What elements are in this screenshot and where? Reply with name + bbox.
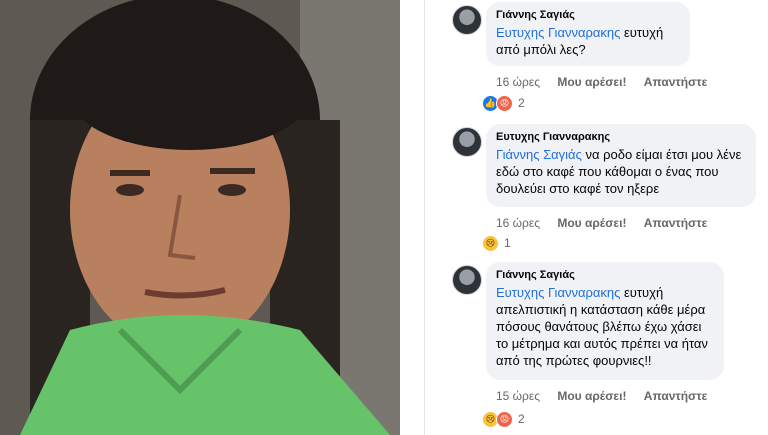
comment-actions: 15 ώρες Μου αρέσει! Απαντήστε bbox=[496, 389, 721, 403]
comment-actions: 16 ώρες Μου αρέσει! Απαντήστε bbox=[496, 216, 721, 230]
like-button[interactable]: Μου αρέσει! bbox=[557, 75, 626, 89]
comment-author[interactable]: Γιάννης Σαγιάς bbox=[496, 268, 714, 282]
person-photo bbox=[0, 0, 400, 435]
comment-author[interactable]: Ευτυχης Γιανναρακης bbox=[496, 130, 746, 144]
avatar[interactable] bbox=[452, 5, 482, 35]
mention-link[interactable]: Ευτυχης Γιανναρακης bbox=[496, 25, 620, 40]
reaction-count: 2 bbox=[518, 96, 525, 110]
like-button[interactable]: Μου αρέσει! bbox=[557, 389, 626, 403]
comment-bubble: Γιάννης Σαγιάς Ευτυχης Γιανναρακης ευτυχ… bbox=[486, 2, 690, 66]
reaction-count: 2 bbox=[518, 412, 525, 426]
reaction-summary[interactable]: 😢 😡 2 bbox=[482, 410, 525, 428]
comment-text: Ευτυχης Γιανναρακης ευτυχή από μπόλι λες… bbox=[496, 24, 680, 58]
reaction-count: 1 bbox=[504, 236, 511, 250]
comment-bubble: Ευτυχης Γιανναρακης Γιάννης Σαγιάς να ρο… bbox=[486, 124, 756, 207]
reply-button[interactable]: Απαντήστε bbox=[644, 75, 708, 89]
mention-link[interactable]: Γιάννης Σαγιάς bbox=[496, 147, 582, 162]
comment-text: Γιάννης Σαγιάς να ροδο είμαι έτσι μου λέ… bbox=[496, 146, 746, 197]
reaction-summary[interactable]: 😢 1 bbox=[482, 234, 511, 252]
angry-reaction-icon: 😡 bbox=[496, 410, 513, 428]
mention-link[interactable]: Ευτυχης Γιανναρακης bbox=[496, 285, 620, 300]
reaction-summary[interactable]: 👍 😡 2 bbox=[482, 94, 525, 112]
avatar[interactable] bbox=[452, 127, 482, 157]
angry-reaction-icon: 😡 bbox=[496, 94, 513, 112]
divider bbox=[400, 0, 426, 435]
comment-text: Ευτυχης Γιανναρακης ευτυχή απελπιστική η… bbox=[496, 284, 714, 369]
comment-time[interactable]: 16 ώρες bbox=[496, 75, 540, 89]
avatar[interactable] bbox=[452, 265, 482, 295]
like-button[interactable]: Μου αρέσει! bbox=[557, 216, 626, 230]
comment-actions: 16 ώρες Μου αρέσει! Απαντήστε bbox=[496, 75, 721, 89]
comment-bubble: Γιάννης Σαγιάς Ευτυχης Γιανναρακης ευτυχ… bbox=[486, 262, 724, 380]
portrait-illustration bbox=[0, 0, 400, 435]
reply-button[interactable]: Απαντήστε bbox=[644, 216, 708, 230]
thread-border bbox=[424, 0, 425, 435]
comment-time[interactable]: 15 ώρες bbox=[496, 389, 540, 403]
comment-time[interactable]: 16 ώρες bbox=[496, 216, 540, 230]
reply-button[interactable]: Απαντήστε bbox=[644, 389, 708, 403]
sad-reaction-icon: 😢 bbox=[482, 234, 499, 252]
comment-author[interactable]: Γιάννης Σαγιάς bbox=[496, 8, 680, 22]
comment-thread: Γιάννης Σαγιάς Ευτυχης Γιανναρακης ευτυχ… bbox=[426, 0, 768, 435]
